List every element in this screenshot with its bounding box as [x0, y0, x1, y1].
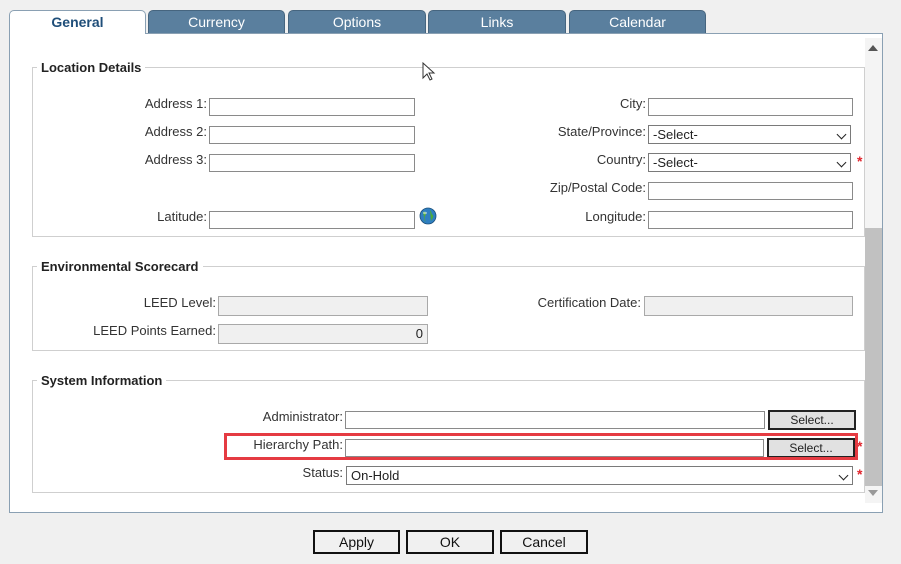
vertical-scrollbar[interactable] [865, 38, 882, 503]
address3-label: Address 3: [144, 152, 207, 167]
certification-date-label: Certification Date: [537, 295, 641, 310]
tab-general[interactable]: General [9, 10, 146, 34]
address2-input[interactable] [209, 126, 415, 144]
zip-input[interactable] [648, 182, 853, 200]
scroll-thumb[interactable] [865, 228, 882, 486]
country-select[interactable]: -Select- [648, 153, 851, 172]
scroll-down-icon[interactable] [868, 490, 878, 496]
hierarchy-path-highlight [224, 433, 858, 460]
leed-level-label: LEED Level: [143, 295, 216, 310]
cancel-button[interactable]: Cancel [500, 530, 588, 554]
zip-label: Zip/Postal Code: [549, 180, 646, 195]
environmental-scorecard-legend: Environmental Scorecard [37, 259, 203, 274]
location-details-legend: Location Details [37, 60, 146, 75]
status-required-marker: * [857, 466, 863, 482]
certification-date-field [644, 296, 853, 316]
address3-input[interactable] [209, 154, 415, 172]
system-information-legend: System Information [37, 373, 167, 388]
tab-options[interactable]: Options [288, 10, 426, 33]
country-select-value: -Select- [653, 155, 698, 170]
address2-label: Address 2: [144, 124, 207, 139]
ok-button[interactable]: OK [406, 530, 494, 554]
administrator-label: Administrator: [262, 409, 343, 424]
address1-input[interactable] [209, 98, 415, 116]
tab-currency[interactable]: Currency [148, 10, 285, 33]
leed-points-label: LEED Points Earned: [93, 323, 216, 338]
administrator-input[interactable] [345, 411, 765, 429]
country-required-marker: * [857, 153, 863, 169]
longitude-input[interactable] [648, 211, 853, 229]
status-select-value: On-Hold [351, 468, 400, 483]
state-select-value: -Select- [653, 127, 698, 142]
state-label: State/Province: [557, 124, 646, 139]
leed-points-field: 0 [218, 324, 428, 344]
scroll-up-icon[interactable] [868, 45, 878, 51]
latitude-input[interactable] [209, 211, 415, 229]
tab-calendar[interactable]: Calendar [569, 10, 706, 33]
status-select[interactable]: On-Hold [346, 466, 853, 485]
chevron-down-icon [836, 157, 847, 168]
cursor-icon [422, 62, 436, 81]
apply-button[interactable]: Apply [313, 530, 400, 554]
city-label: City: [620, 96, 646, 111]
address1-label: Address 1: [144, 96, 207, 111]
chevron-down-icon [838, 470, 849, 481]
country-label: Country: [596, 152, 646, 167]
administrator-select-button[interactable]: Select... [768, 410, 856, 430]
tab-links[interactable]: Links [428, 10, 566, 33]
state-select[interactable]: -Select- [648, 125, 851, 144]
city-input[interactable] [648, 98, 853, 116]
globe-icon[interactable] [419, 207, 437, 225]
latitude-label: Latitude: [157, 209, 207, 224]
status-label: Status: [302, 465, 343, 480]
leed-level-field [218, 296, 428, 316]
chevron-down-icon [836, 129, 847, 140]
longitude-label: Longitude: [585, 209, 646, 224]
